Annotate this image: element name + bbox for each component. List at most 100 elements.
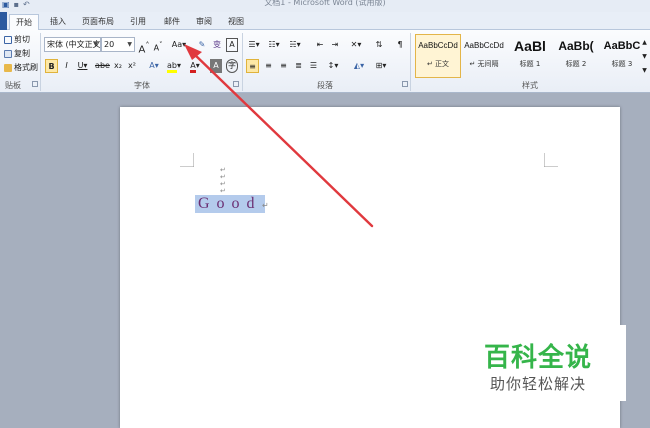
format-painter-label: 格式刷: [14, 63, 38, 72]
multilevel-list-icon: ☵: [289, 40, 297, 49]
format-painter-button[interactable]: 格式刷: [4, 62, 38, 73]
highlight-button[interactable]: ab▾: [165, 59, 183, 73]
bullets-button[interactable]: ☰▾: [246, 38, 262, 52]
borders-button[interactable]: ⊞▾: [372, 59, 390, 73]
copy-button[interactable]: 复制: [4, 48, 30, 59]
watermark-logo: 百科全说 助你轻松解决: [472, 325, 626, 401]
line-spacing-icon: ↕: [327, 61, 335, 70]
strikethrough-button[interactable]: abe: [95, 59, 110, 73]
align-center-button[interactable]: ≡: [262, 59, 275, 73]
clipboard-launcher-icon[interactable]: [32, 81, 38, 87]
group-divider: [410, 33, 411, 91]
decrease-indent-icon: ⇤: [316, 40, 324, 49]
border-icon: ⊞: [375, 61, 383, 70]
highlighter-icon: ab: [167, 61, 177, 73]
grow-font-button[interactable]: A˄: [138, 38, 150, 55]
align-right-button[interactable]: ≡: [277, 59, 290, 73]
paragraph-launcher-icon[interactable]: [402, 81, 408, 87]
group-divider: [242, 33, 243, 91]
multilevel-list-button[interactable]: ☵▾: [286, 38, 304, 52]
tab-insert[interactable]: 插入: [44, 14, 72, 30]
tab-view[interactable]: 视图: [222, 14, 250, 30]
shading-button[interactable]: ◭▾: [350, 59, 368, 73]
tab-page-layout[interactable]: 页面布局: [76, 14, 120, 30]
file-tab[interactable]: [0, 12, 7, 30]
title-bar: ▣ ▪ ↶ 文档1 - Microsoft Word (试用版): [0, 0, 650, 12]
bold-button[interactable]: B: [45, 59, 58, 73]
styles-scroll-down-icon[interactable]: ▼: [640, 50, 649, 64]
watermark-subtitle: 助你轻松解决: [490, 375, 587, 393]
style-name: ↵ 无间隔: [469, 60, 499, 68]
decrease-indent-button[interactable]: ⇤: [314, 38, 326, 52]
underline-button[interactable]: U▾: [75, 59, 90, 73]
style-name: 标题 1: [519, 60, 541, 68]
character-border-button[interactable]: A: [226, 38, 238, 52]
style-sample: AaBbCcDd: [418, 41, 458, 50]
style-sample: AaBbCcDd: [464, 41, 504, 50]
tab-review[interactable]: 审阅: [190, 14, 218, 30]
chinese-layout-button[interactable]: ✕▾: [348, 38, 364, 52]
font-size-combo[interactable]: 20 ▼: [101, 37, 135, 52]
tab-references[interactable]: 引用: [124, 14, 152, 30]
character-shading-icon: A: [213, 61, 219, 70]
change-case-icon: Aa: [171, 40, 183, 49]
justify-button[interactable]: ≣: [292, 59, 305, 73]
numbering-button[interactable]: ☷▾: [266, 38, 282, 52]
cut-button[interactable]: 剪切: [4, 34, 30, 45]
text-effects-button[interactable]: A▾: [146, 59, 162, 73]
style-heading-3[interactable]: AaBbC 标题 3: [599, 34, 645, 78]
paint-bucket-icon: ◭: [353, 61, 361, 70]
line-spacing-button[interactable]: ↕▾: [324, 59, 342, 73]
ribbon: 剪切 复制 格式刷 贴板 宋体 (中文正文) ▼ 20 ▼ A˄ A˅ Aa▾ …: [0, 30, 650, 93]
increase-indent-button[interactable]: ⇥: [329, 38, 341, 52]
margin-corner-mark: [180, 153, 194, 167]
ribbon-tabs: 开始 插入 页面布局 引用 邮件 审阅 视图: [0, 12, 650, 30]
phonetic-guide-button[interactable]: 变: [211, 38, 223, 52]
eraser-icon: ✎: [198, 40, 206, 49]
font-launcher-icon[interactable]: [233, 81, 239, 87]
align-center-icon: ≡: [265, 61, 272, 70]
clipboard-group-label: 贴板: [5, 81, 21, 90]
sort-button[interactable]: ⇅: [372, 38, 386, 52]
group-divider: [40, 33, 41, 91]
distributed-button[interactable]: ☰: [307, 59, 320, 73]
font-size-value: 20: [104, 40, 115, 49]
tab-home[interactable]: 开始: [9, 14, 39, 30]
enclosed-character-button[interactable]: 字: [226, 59, 238, 73]
margin-corner-mark: [544, 153, 558, 167]
change-case-button[interactable]: Aa▾: [170, 38, 188, 52]
align-left-button[interactable]: ≡: [246, 59, 259, 73]
font-name-combo[interactable]: 宋体 (中文正文) ▼: [44, 37, 101, 52]
style-heading-2[interactable]: AaBb( 标题 2: [553, 34, 599, 78]
font-color-button[interactable]: A▾: [186, 59, 204, 73]
clear-format-button[interactable]: ✎: [196, 38, 208, 52]
underline-label: U: [77, 61, 84, 70]
superscript-button[interactable]: x²: [126, 59, 138, 73]
font-color-icon: A: [190, 61, 196, 73]
style-name: 标题 3: [611, 60, 633, 68]
text-effects-icon: A: [149, 61, 155, 70]
show-marks-button[interactable]: ¶: [394, 38, 406, 52]
style-heading-1[interactable]: AaBl 标题 1: [507, 34, 553, 78]
style-no-spacing[interactable]: AaBbCcDd ↵ 无间隔: [461, 34, 507, 78]
character-shading-button[interactable]: A: [210, 59, 222, 73]
italic-button[interactable]: I: [61, 59, 72, 73]
scissors-icon: [4, 35, 12, 44]
justify-icon: ≣: [295, 61, 302, 70]
paintbrush-icon: [4, 63, 12, 72]
paragraph-mark-icon: ¶: [397, 40, 403, 49]
styles-more-icon[interactable]: ▼: [640, 64, 649, 78]
paragraph-group-label: 段落: [317, 81, 333, 90]
tab-mailings[interactable]: 邮件: [158, 14, 186, 30]
style-name: 标题 2: [565, 60, 587, 68]
selected-text[interactable]: Good: [195, 195, 265, 213]
chevron-down-icon: ▼: [93, 41, 98, 48]
chinese-layout-icon: ✕: [350, 40, 358, 49]
shrink-font-button[interactable]: A˅: [152, 38, 164, 53]
paragraph-mark: ↵: [220, 187, 226, 195]
paragraph-mark: ↵: [262, 201, 269, 210]
style-normal[interactable]: AaBbCcDd ↵ 正文: [415, 34, 461, 78]
styles-scroll-up-icon[interactable]: ▲: [640, 36, 649, 50]
numbered-list-icon: ☷: [268, 40, 276, 49]
subscript-button[interactable]: x₂: [112, 59, 124, 73]
